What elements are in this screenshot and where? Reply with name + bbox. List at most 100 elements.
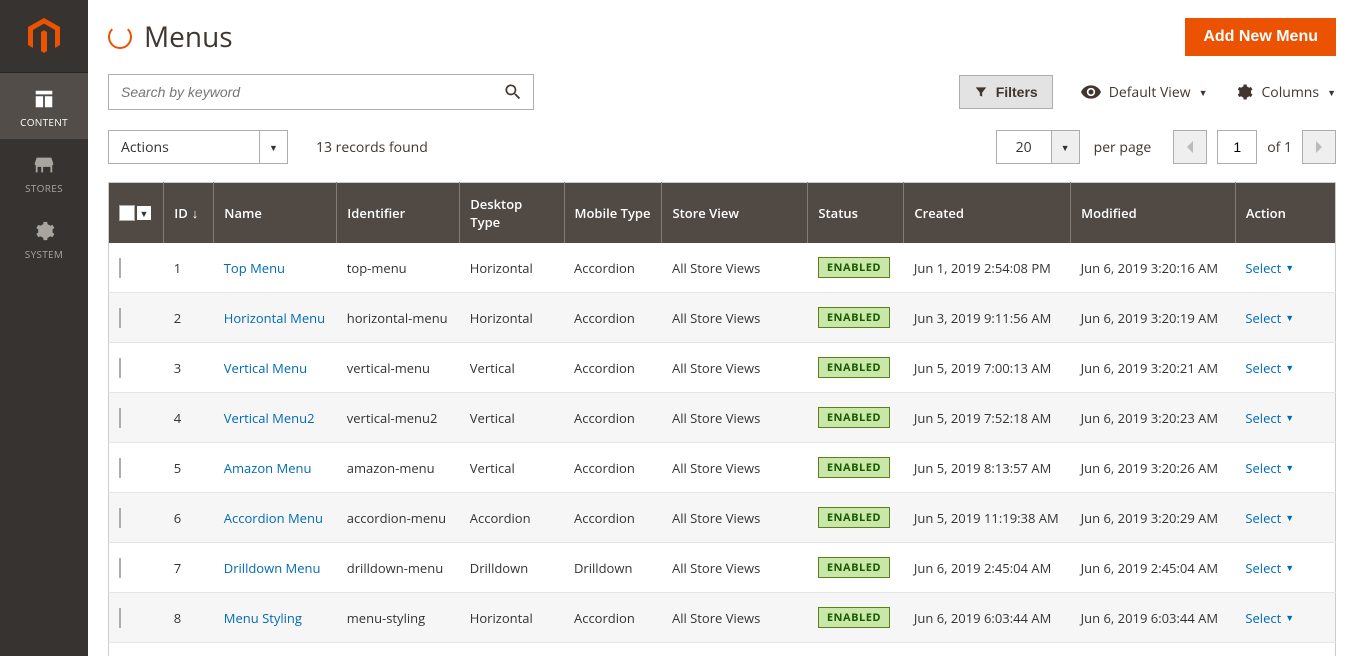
status-badge: ENABLED [818, 507, 890, 528]
menu-name-link[interactable]: Drilldown Menu [224, 559, 321, 577]
col-header-identifier[interactable]: Identifier [337, 183, 460, 244]
col-header-modified[interactable]: Modified [1071, 183, 1236, 244]
actions-dropdown[interactable]: Actions ▼ [108, 130, 288, 164]
cell-desktop-type: Vertical [460, 343, 564, 393]
select-action[interactable]: Select ▼ [1245, 309, 1294, 327]
cell-store-view: All Store Views [662, 393, 808, 443]
col-header-desktop-type[interactable]: Desktop Type [460, 183, 564, 244]
select-action[interactable]: Select ▼ [1245, 559, 1294, 577]
cell-identifier: horizontal-menu [337, 293, 460, 343]
menus-table: ▼ ID↓ Name Identifier Desktop Type Mobil… [108, 182, 1336, 656]
cell-mobile-type: Accordion [564, 643, 662, 656]
row-checkbox[interactable] [119, 408, 121, 428]
select-all-dropdown[interactable]: ▼ [137, 206, 151, 220]
menu-name-link[interactable]: Vertical Menu [224, 359, 307, 377]
cell-identifier: top-menu [337, 243, 460, 293]
cell-id: 4 [164, 393, 214, 443]
cell-created: Jun 5, 2019 8:13:57 AM [904, 443, 1071, 493]
prev-page-button[interactable] [1173, 130, 1207, 164]
caret-down-icon: ▼ [269, 141, 278, 154]
menu-name-link[interactable]: Menu Styling [224, 609, 302, 627]
select-action[interactable]: Select ▼ [1245, 459, 1294, 477]
row-checkbox[interactable] [119, 508, 121, 528]
search-input[interactable] [109, 84, 493, 100]
caret-down-icon: ▼ [1285, 411, 1294, 424]
sidebar-item-system[interactable]: SYSTEM [0, 205, 88, 271]
columns-label: Columns [1261, 83, 1319, 102]
menu-name-link[interactable]: Accordion Menu [224, 509, 323, 527]
col-header-action[interactable]: Action [1235, 183, 1335, 244]
col-header-id[interactable]: ID↓ [164, 183, 214, 244]
row-checkbox[interactable] [119, 608, 121, 628]
cell-id: 9 [164, 643, 214, 656]
select-action[interactable]: Select ▼ [1245, 509, 1294, 527]
cell-mobile-type: Drilldown [564, 543, 662, 593]
menu-name-link[interactable]: Horizontal Menu [224, 309, 325, 327]
cell-desktop-type: Vertical [460, 443, 564, 493]
next-page-button[interactable] [1302, 130, 1336, 164]
cell-identifier: accordion-menu [337, 493, 460, 543]
cell-modified: Jun 6, 2019 3:20:29 AM [1071, 493, 1236, 543]
magento-logo[interactable] [0, 0, 88, 73]
menu-name-link[interactable]: Top Menu [224, 259, 285, 277]
select-action[interactable]: Select ▼ [1245, 259, 1294, 277]
add-new-menu-button[interactable]: Add New Menu [1185, 18, 1336, 56]
menu-name-link[interactable]: Amazon Menu [224, 459, 312, 477]
row-checkbox[interactable] [119, 308, 121, 328]
status-badge: ENABLED [818, 457, 890, 478]
caret-down-icon: ▼ [1285, 611, 1294, 624]
caret-down-icon: ▼ [1199, 86, 1208, 99]
table-row: 4Vertical Menu2vertical-menu2VerticalAcc… [109, 393, 1336, 443]
cell-desktop-type: Horizontal [460, 643, 564, 656]
sidebar-item-content[interactable]: CONTENT [0, 73, 88, 139]
status-badge: ENABLED [818, 257, 890, 278]
cell-modified: Jun 6, 2019 3:20:23 AM [1071, 393, 1236, 443]
cell-created: Jun 5, 2019 7:52:18 AM [904, 393, 1071, 443]
cell-identifier: drilldown-menu [337, 543, 460, 593]
status-badge: ENABLED [818, 607, 890, 628]
cell-id: 6 [164, 493, 214, 543]
row-checkbox[interactable] [119, 558, 121, 578]
filters-button[interactable]: Filters [959, 75, 1053, 109]
search-button[interactable] [493, 75, 533, 109]
status-badge: ENABLED [818, 357, 890, 378]
per-page-caret[interactable]: ▼ [1051, 131, 1079, 163]
select-action[interactable]: Select ▼ [1245, 409, 1294, 427]
table-row: 3Vertical Menuvertical-menuVerticalAccor… [109, 343, 1336, 393]
cell-mobile-type: Accordion [564, 393, 662, 443]
select-all-checkbox[interactable] [119, 205, 135, 221]
cell-desktop-type: Horizontal [460, 293, 564, 343]
cell-store-view: All Store Views [662, 493, 808, 543]
cell-created: Jun 5, 2019 7:00:13 AM [904, 343, 1071, 393]
actions-caret[interactable]: ▼ [259, 131, 287, 163]
cell-id: 8 [164, 593, 214, 643]
magento-icon [28, 18, 60, 54]
col-header-status[interactable]: Status [808, 183, 904, 244]
col-header-store-view[interactable]: Store View [662, 183, 808, 244]
row-checkbox[interactable] [119, 258, 121, 278]
caret-down-icon: ▼ [1285, 511, 1294, 524]
caret-down-icon: ▼ [1285, 561, 1294, 574]
default-view-control[interactable]: Default View ▼ [1081, 83, 1208, 102]
cell-store-view: All Store Views [662, 293, 808, 343]
menu-name-link[interactable]: Vertical Menu2 [224, 409, 315, 427]
select-action[interactable]: Select ▼ [1245, 609, 1294, 627]
page-number-input[interactable] [1217, 130, 1257, 164]
row-checkbox[interactable] [119, 458, 121, 478]
page-header: Menus Add New Menu [88, 0, 1366, 74]
filters-label: Filters [996, 84, 1038, 100]
caret-down-icon: ▼ [1285, 261, 1294, 274]
col-header-mobile-type[interactable]: Mobile Type [564, 183, 662, 244]
cell-created: Jun 6, 2019 6:52:36 AM [904, 643, 1071, 656]
per-page-dropdown[interactable]: 20 ▼ [996, 130, 1080, 164]
row-checkbox[interactable] [119, 358, 121, 378]
sidebar-item-stores[interactable]: STORES [0, 139, 88, 205]
select-action[interactable]: Select ▼ [1245, 359, 1294, 377]
gear-icon [32, 219, 56, 243]
col-header-name[interactable]: Name [214, 183, 337, 244]
col-header-created[interactable]: Created [904, 183, 1071, 244]
columns-control[interactable]: Columns ▼ [1235, 83, 1336, 102]
cell-id: 5 [164, 443, 214, 493]
search-icon [503, 82, 523, 102]
cell-desktop-type: Accordion [460, 493, 564, 543]
